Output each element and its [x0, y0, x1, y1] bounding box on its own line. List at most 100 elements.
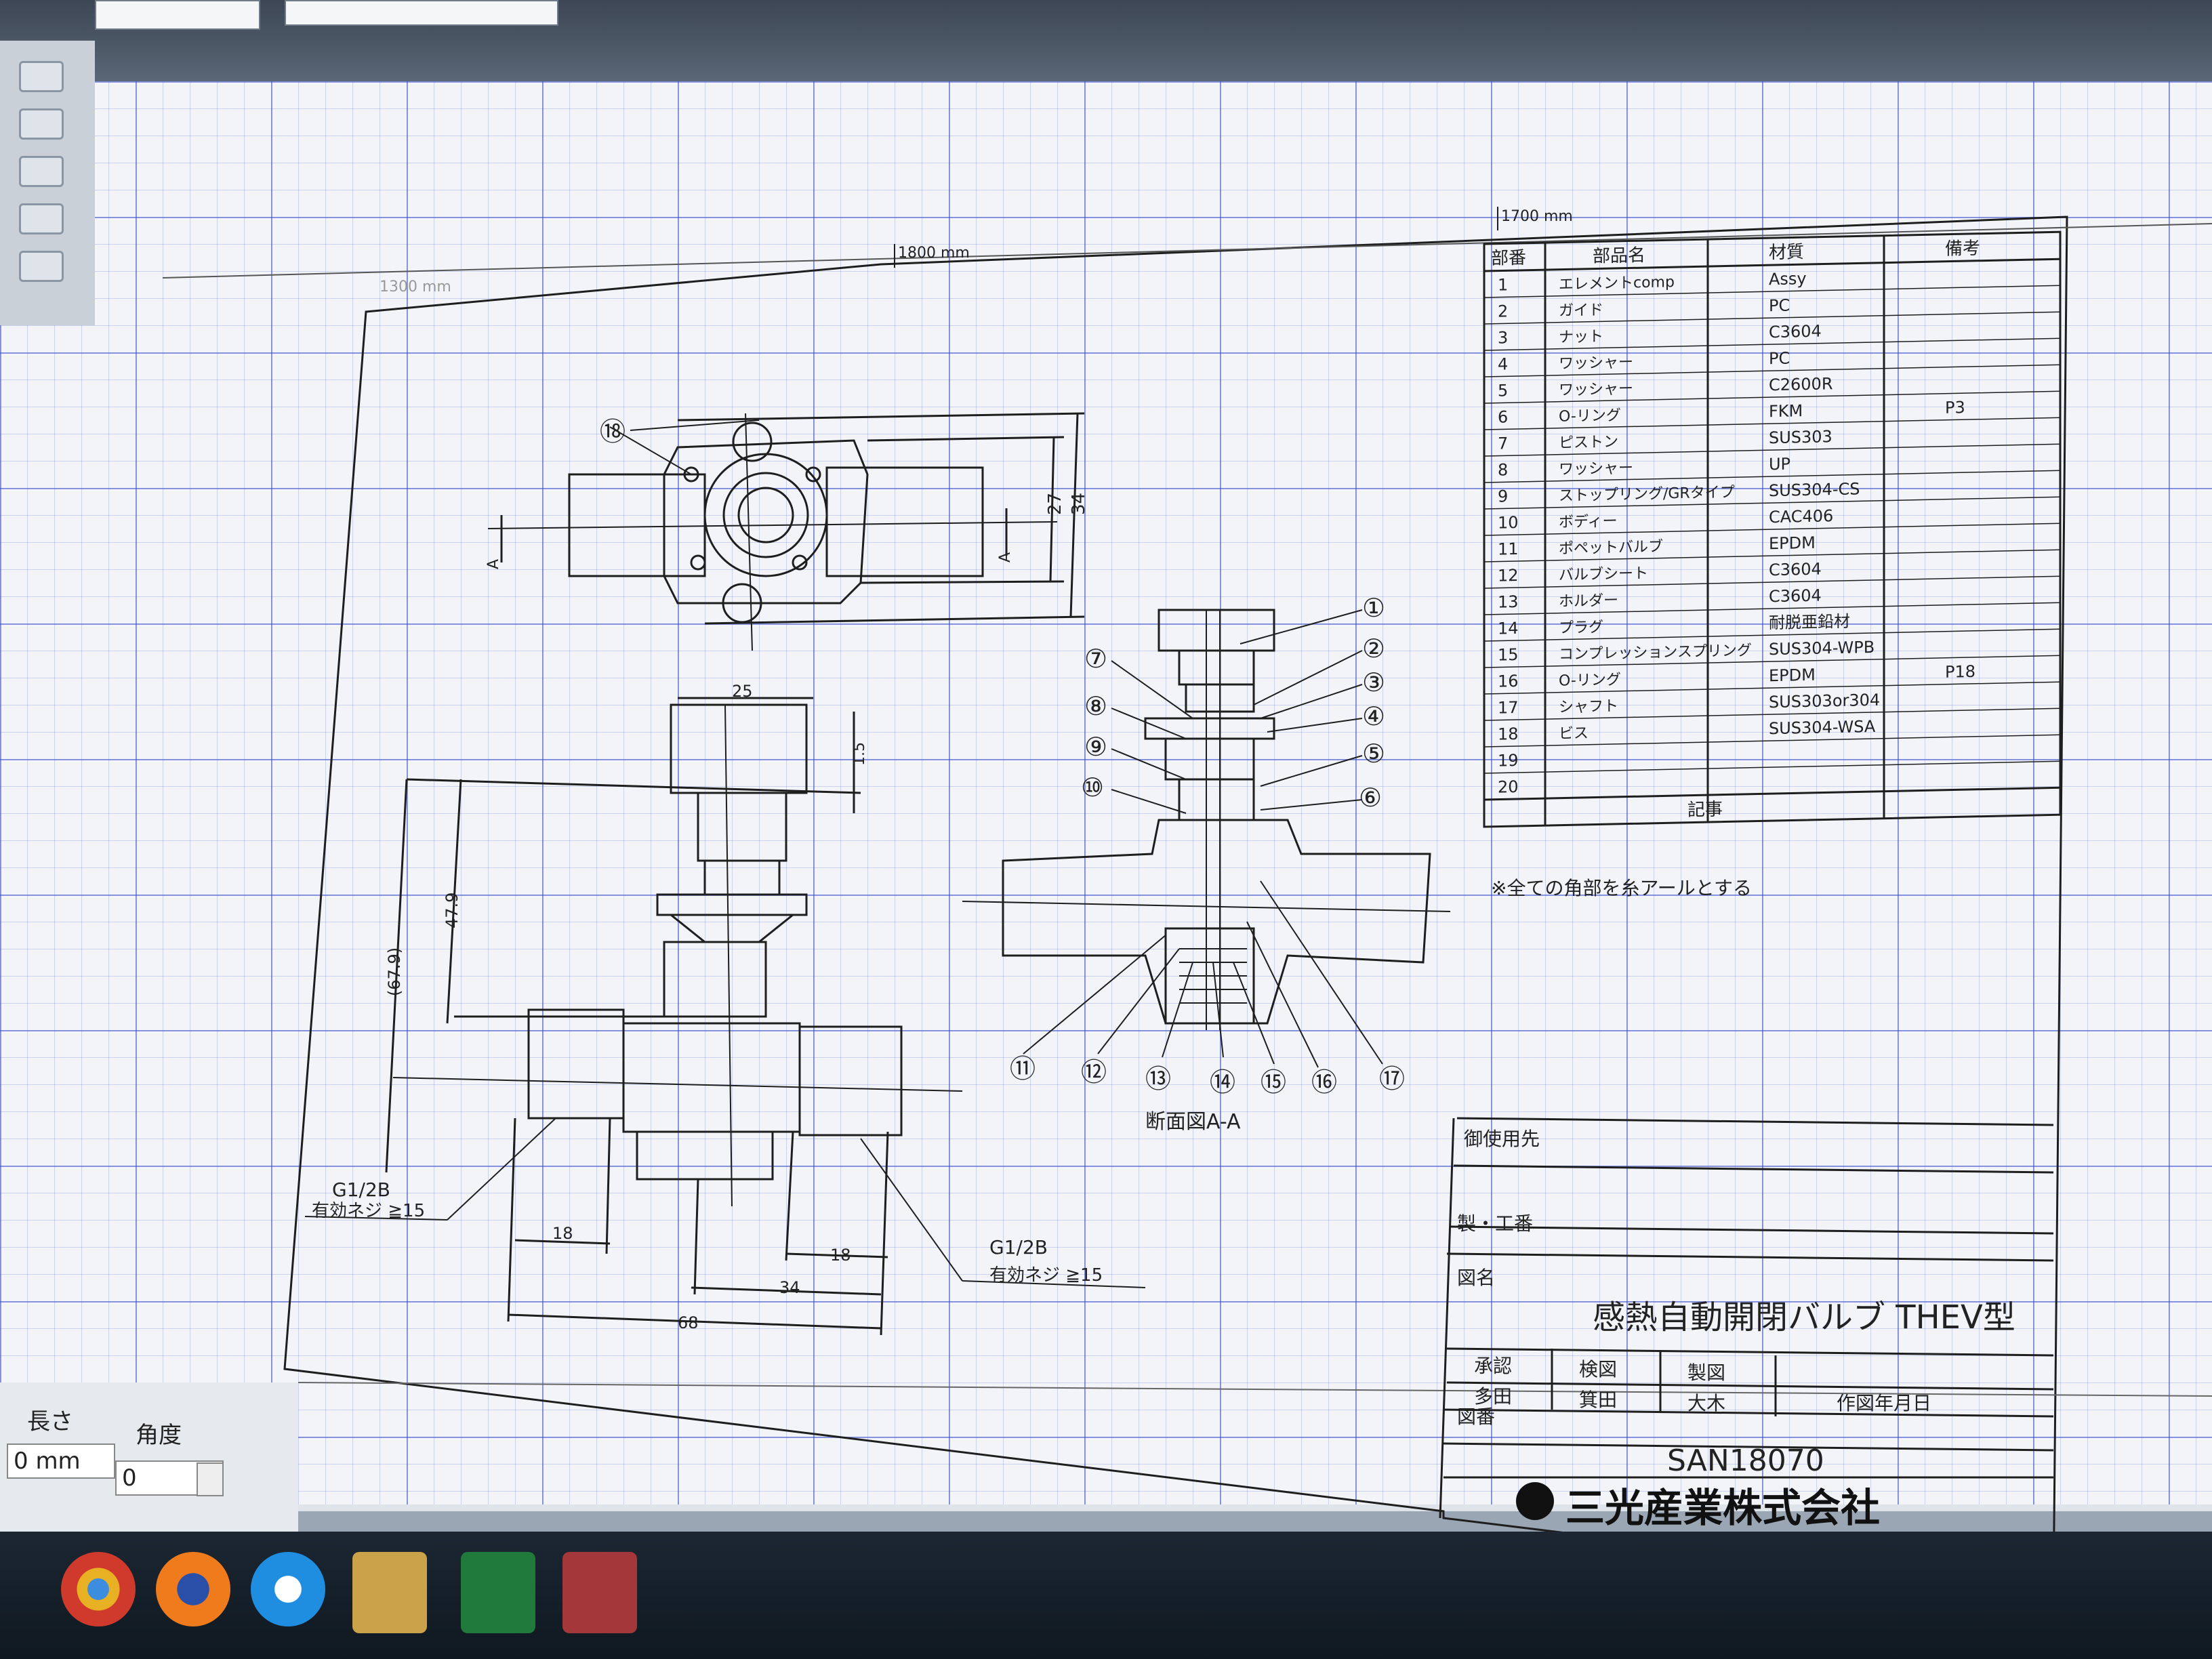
table-cell-no: 5 — [1498, 381, 1508, 400]
table-cell-material: SUS304-CS — [1769, 479, 1860, 500]
table-cell-no: 20 — [1498, 777, 1519, 797]
table-cell-material: SUS304-WSA — [1769, 717, 1876, 738]
balloon-4: ④ — [1362, 701, 1385, 731]
balloon-10: ⑩ — [1081, 773, 1104, 802]
table-cell-material: PC — [1769, 296, 1790, 316]
table-cell-name: ボディー — [1559, 513, 1617, 531]
dim-top-inner: 27 — [1045, 493, 1065, 515]
balloon-6: ⑥ — [1359, 783, 1382, 813]
drawn-by: 大木 — [1687, 1392, 1725, 1414]
table-cell-no: 18 — [1498, 724, 1519, 744]
table-cell-material: SUS303 — [1769, 427, 1832, 447]
dim-gap: 1.5 — [851, 742, 868, 766]
company-logo — [1516, 1482, 1554, 1520]
table-cell-name: シャフト — [1559, 698, 1618, 716]
angle-label: 角度 — [136, 1422, 182, 1449]
drawing-number: SAN18070 — [1667, 1443, 1824, 1478]
approved-by: 多田 — [1474, 1385, 1512, 1408]
col-header-name: 部品名 — [1593, 245, 1645, 267]
table-cell-material: C3604 — [1769, 322, 1822, 342]
table-row-divider — [1484, 787, 2060, 800]
company-name: 三光産業株式会社 — [1565, 1485, 1880, 1531]
dim-port-right: 18 — [830, 1246, 851, 1265]
ie-icon[interactable] — [251, 1552, 325, 1626]
table-cell-no: 2 — [1498, 302, 1508, 321]
ruler-label-right: 1700 mm — [1501, 208, 1573, 225]
thread-right-depth: 有効ネジ ≧15 — [989, 1265, 1103, 1286]
work-no-label: 製・工番 — [1457, 1212, 1533, 1235]
dim-total-width: 68 — [678, 1313, 699, 1332]
table-cell-material: C2600R — [1769, 374, 1833, 394]
section-title: 断面図A-A — [1145, 1110, 1241, 1134]
chrome-icon[interactable] — [61, 1552, 136, 1626]
top-view — [487, 412, 1085, 651]
table-cell-name: エレメントcomp — [1559, 274, 1675, 293]
dim-half-width: 34 — [779, 1278, 800, 1297]
balloon-group: ① ② ③ ④ ⑤ ⑥ ⑦ ⑧ ⑨ ⑩ ⑪ ⑫ ⑬ ⑭ ⑮ ⑯ ⑰ ⑱ — [600, 417, 1405, 1097]
balloon-2: ② — [1362, 634, 1385, 663]
drawing-name-label: 図名 — [1457, 1267, 1495, 1289]
dim-height-total: (67.9) — [385, 947, 404, 996]
col-header-note: 備考 — [1945, 239, 1980, 260]
thread-left-spec: G1/2B — [332, 1179, 390, 1201]
table-cell-material: CAC406 — [1769, 506, 1833, 527]
table-cell-material: EPDM — [1769, 533, 1816, 553]
firefox-icon[interactable] — [156, 1552, 230, 1626]
table-cell-name: ポペットバルブ — [1559, 538, 1663, 557]
balloon-17: ⑰ — [1379, 1064, 1405, 1094]
notes-text: ※全ての角部を糸アールとする — [1491, 877, 1752, 899]
table-cell-name: O-リング — [1559, 672, 1621, 690]
table-cell-no: 12 — [1498, 566, 1519, 586]
table-cell-no: 8 — [1498, 460, 1508, 479]
balloon-5: ⑤ — [1362, 739, 1385, 769]
table-cell-material: C3604 — [1769, 560, 1822, 580]
dim-stem-width: 25 — [732, 682, 753, 701]
balloon-13: ⑬ — [1145, 1064, 1171, 1094]
table-cell-no: 7 — [1498, 434, 1508, 453]
angle-spinner[interactable] — [197, 1462, 224, 1496]
table-cell-no: 10 — [1498, 513, 1519, 533]
table-cell-no: 16 — [1498, 672, 1519, 691]
section-marker-right: A — [997, 552, 1014, 562]
section-marker-left: A — [485, 559, 502, 569]
taskbar — [0, 1532, 2212, 1659]
table-cell-name: ナット — [1559, 328, 1603, 346]
parts-table: 部番 部品名 材質 備考 1 エレメントcomp Assy 2 ガイド PC 3 ナット C36… — [1483, 230, 2062, 828]
balloon-15: ⑮ — [1261, 1067, 1286, 1097]
table-cell-note: P3 — [1945, 398, 1965, 417]
approved-label: 承認 — [1474, 1355, 1512, 1377]
explorer-icon[interactable] — [352, 1552, 427, 1633]
table-row-divider — [1484, 760, 2060, 774]
balloon-12: ⑫ — [1081, 1057, 1107, 1087]
table-cell-name: ワッシャー — [1559, 380, 1633, 398]
checked-by: 箕田 — [1579, 1389, 1617, 1411]
table-cell-no: 3 — [1498, 328, 1508, 347]
ruler-label-faded: 1300 mm — [380, 279, 451, 295]
balloon-16: ⑯ — [1311, 1067, 1337, 1097]
properties-panel: 長さ 0 mm 角度 0 — [0, 1382, 298, 1532]
balloon-14: ⑭ — [1210, 1067, 1235, 1097]
table-cell-no: 13 — [1498, 592, 1519, 612]
table-cell-name: ワッシャー — [1559, 459, 1633, 478]
table-cell-no: 19 — [1498, 751, 1519, 771]
length-label: 長さ — [27, 1408, 73, 1435]
table-cell-name: ビス — [1559, 725, 1589, 743]
notes-header: 記事 — [1687, 800, 1723, 821]
table-cell-name: O-リング — [1559, 407, 1621, 426]
length-input[interactable]: 0 mm — [7, 1443, 115, 1479]
table-cell-material: 耐脱亜鉛材 — [1769, 612, 1850, 633]
col-header-no: 部番 — [1491, 248, 1526, 269]
dim-top-height: 34 — [1069, 493, 1089, 515]
table-cell-material: C3604 — [1769, 586, 1822, 607]
balloon-1: ① — [1362, 593, 1385, 623]
table-cell-no: 14 — [1498, 619, 1519, 638]
excel-icon[interactable] — [461, 1552, 535, 1633]
table-cell-material: PC — [1769, 349, 1790, 369]
table-cell-material: SUS303or304 — [1769, 691, 1880, 712]
drawn-label: 製図 — [1687, 1361, 1725, 1384]
dim-height: 47.9 — [443, 893, 462, 928]
access-icon[interactable] — [562, 1552, 637, 1633]
balloon-11: ⑪ — [1010, 1054, 1036, 1084]
table-cell-name: プラグ — [1559, 619, 1603, 636]
table-cell-no: 15 — [1498, 645, 1519, 665]
